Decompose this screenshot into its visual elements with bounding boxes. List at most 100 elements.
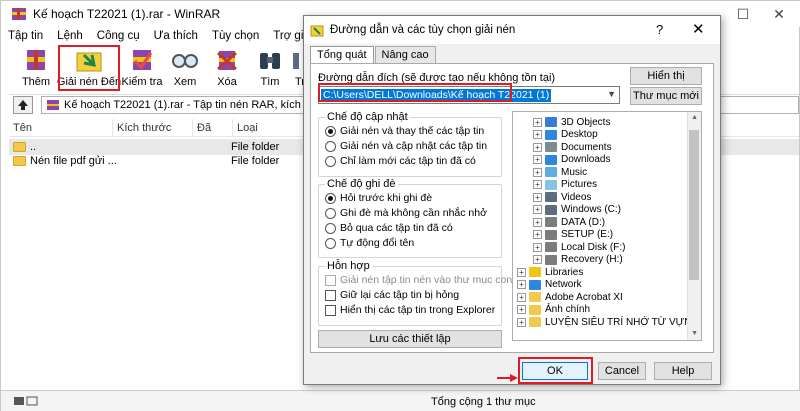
menu-favorites[interactable]: Ưa thích <box>147 27 205 45</box>
menu-options[interactable]: Tùy chọn <box>205 27 266 45</box>
checkbox-icon <box>325 304 336 316</box>
close-icon[interactable]: ✕ <box>692 20 705 38</box>
expand-icon[interactable]: + <box>533 130 542 139</box>
tree-node[interactable]: + Pictures <box>533 179 597 191</box>
expand-icon[interactable]: + <box>517 305 526 314</box>
view-glasses-icon <box>172 54 198 68</box>
tree-node[interactable]: + Local Disk (F:) <box>533 241 625 253</box>
tree-node[interactable]: + Desktop <box>533 129 598 141</box>
expand-icon[interactable]: + <box>533 180 542 189</box>
chevron-down-icon[interactable]: ▼ <box>607 89 616 99</box>
tree-scrollbar[interactable]: ▲ ▼ <box>687 112 701 340</box>
expand-icon[interactable]: + <box>517 292 526 302</box>
new-folder-button[interactable]: Thư mục mới <box>630 87 702 105</box>
tree-node-label: Pictures <box>561 179 598 190</box>
maximize-icon[interactable]: ☐ <box>723 1 763 27</box>
expand-icon[interactable]: + <box>533 230 542 239</box>
column-size[interactable]: Kích thước <box>113 119 193 136</box>
downloads-icon <box>545 154 557 165</box>
column-name[interactable]: Tên <box>9 119 113 136</box>
menu-tools[interactable]: Công cụ <box>90 27 147 45</box>
pictures-icon <box>545 179 557 190</box>
tree-node[interactable]: + SETUP (E:) <box>533 229 613 241</box>
tree-node[interactable]: + Adobe Acrobat XI <box>517 291 623 303</box>
menu-commands[interactable]: Lệnh <box>50 27 90 45</box>
desktop-icon <box>545 129 557 140</box>
test-button[interactable]: Kiểm tra <box>121 45 163 91</box>
find-button[interactable]: Tìm <box>253 45 287 91</box>
overwrite-mode-option[interactable]: Ghi đè mà không cần nhắc nhở <box>325 207 487 219</box>
dialog-app-icon <box>310 25 324 37</box>
help-button[interactable]: Help <box>654 362 712 380</box>
column-packed[interactable]: Đã nén <box>193 119 233 152</box>
expand-icon[interactable]: + <box>517 267 526 277</box>
up-folder-button[interactable] <box>13 95 33 114</box>
help-icon[interactable]: ? <box>656 22 663 37</box>
expand-icon[interactable]: + <box>533 167 542 177</box>
tree-node-label: Downloads <box>561 154 611 165</box>
tab-general[interactable]: Tổng quát <box>310 46 374 64</box>
scroll-thumb[interactable] <box>689 130 699 280</box>
folder-tree[interactable]: +3D Objects + Desktop + Documents + Downloads +… <box>512 111 702 341</box>
update-mode-option[interactable]: Chỉ làm mới các tập tin đã có <box>325 155 476 167</box>
tree-node[interactable]: + Ảnh chính <box>517 304 590 316</box>
view-button[interactable]: Xem <box>167 45 203 91</box>
tab-advanced[interactable]: Nâng cao <box>374 46 436 64</box>
overwrite-mode-option[interactable]: Bỏ qua các tập tin đã có <box>325 222 453 234</box>
show-button[interactable]: Hiển thị <box>630 67 702 85</box>
tree-node[interactable]: + Network <box>517 279 582 291</box>
tree-node-label: Documents <box>561 141 612 153</box>
expand-icon[interactable]: + <box>533 117 542 127</box>
expand-icon[interactable]: + <box>533 142 542 152</box>
status-text: Tổng cộng 1 thư mục <box>431 396 536 408</box>
expand-icon[interactable]: + <box>517 317 526 327</box>
expand-icon[interactable]: + <box>533 155 542 164</box>
archive-icon <box>47 99 59 110</box>
tree-node-label: 3D Objects <box>561 116 611 128</box>
expand-icon[interactable]: + <box>533 205 542 214</box>
menu-file[interactable]: Tập tin <box>1 27 50 45</box>
overwrite-mode-option[interactable]: Tự động đổi tên <box>325 237 414 249</box>
folder-icon <box>529 317 541 327</box>
save-settings-button[interactable]: Lưu các thiết lập <box>318 330 502 348</box>
tree-node[interactable]: + DATA (D:) <box>533 216 605 228</box>
drive-icon <box>545 254 557 265</box>
misc-option-show-explorer[interactable]: Hiển thị các tập tin trong Explorer <box>325 304 495 316</box>
tree-node[interactable]: + LUYỆN SIÊU TRÍ NHỚ TỪ VỰNG TIẾNG <box>517 316 701 328</box>
delete-button[interactable]: Xóa <box>209 45 245 91</box>
tree-node[interactable]: + Documents <box>533 141 612 153</box>
overwrite-mode-option[interactable]: Hỏi trước khi ghi đè <box>325 192 432 204</box>
update-mode-option[interactable]: Giải nén và thay thế các tập tin <box>325 125 484 137</box>
update-mode-option[interactable]: Giải nén và cập nhật các tập tin <box>325 140 487 152</box>
misc-option-keep-broken[interactable]: Giữ lại các tập tin bị hỏng <box>325 289 459 301</box>
tree-node[interactable]: + Music <box>533 166 587 178</box>
column-type[interactable]: Loại <box>233 119 313 136</box>
tree-node[interactable]: + Recovery (H:) <box>533 254 623 266</box>
tree-node-label: Adobe Acrobat XI <box>545 291 623 303</box>
radio-icon <box>325 222 336 234</box>
cancel-button[interactable]: Cancel <box>598 362 646 380</box>
tree-node[interactable]: + Windows (C:) <box>533 204 621 216</box>
expand-icon[interactable]: + <box>533 192 542 202</box>
network-icon <box>529 279 541 290</box>
scroll-down-icon[interactable]: ▼ <box>691 330 698 337</box>
expand-icon[interactable]: + <box>533 255 542 264</box>
checkbox-icon <box>325 274 336 286</box>
overwrite-mode-group: Chế độ ghi đè Hỏi trước khi ghi đè Ghi đ… <box>318 178 502 258</box>
tree-node-label: Desktop <box>561 129 598 140</box>
tree-node[interactable]: +3D Objects <box>533 116 610 128</box>
tree-node[interactable]: + Libraries <box>517 266 583 278</box>
close-icon[interactable]: ✕ <box>759 1 799 27</box>
dialog-title: Đường dẫn và các tùy chọn giải nén <box>330 24 516 36</box>
expand-icon[interactable]: + <box>533 242 542 252</box>
expand-icon[interactable]: + <box>533 217 542 227</box>
tree-node-label: Ảnh chính <box>545 304 591 315</box>
expand-icon[interactable]: + <box>517 280 526 289</box>
add-button[interactable]: Thêm <box>13 45 59 91</box>
scroll-up-icon[interactable]: ▲ <box>691 114 698 121</box>
update-mode-group: Chế độ cập nhật Giải nén và thay thế các… <box>318 111 502 177</box>
binoculars-icon <box>260 53 280 69</box>
misc-option-subfolder[interactable]: Giải nén tập tin nén vào thư mục con <box>325 274 512 286</box>
tree-node[interactable]: + Videos <box>533 191 591 203</box>
tree-node[interactable]: + Downloads <box>533 154 610 166</box>
